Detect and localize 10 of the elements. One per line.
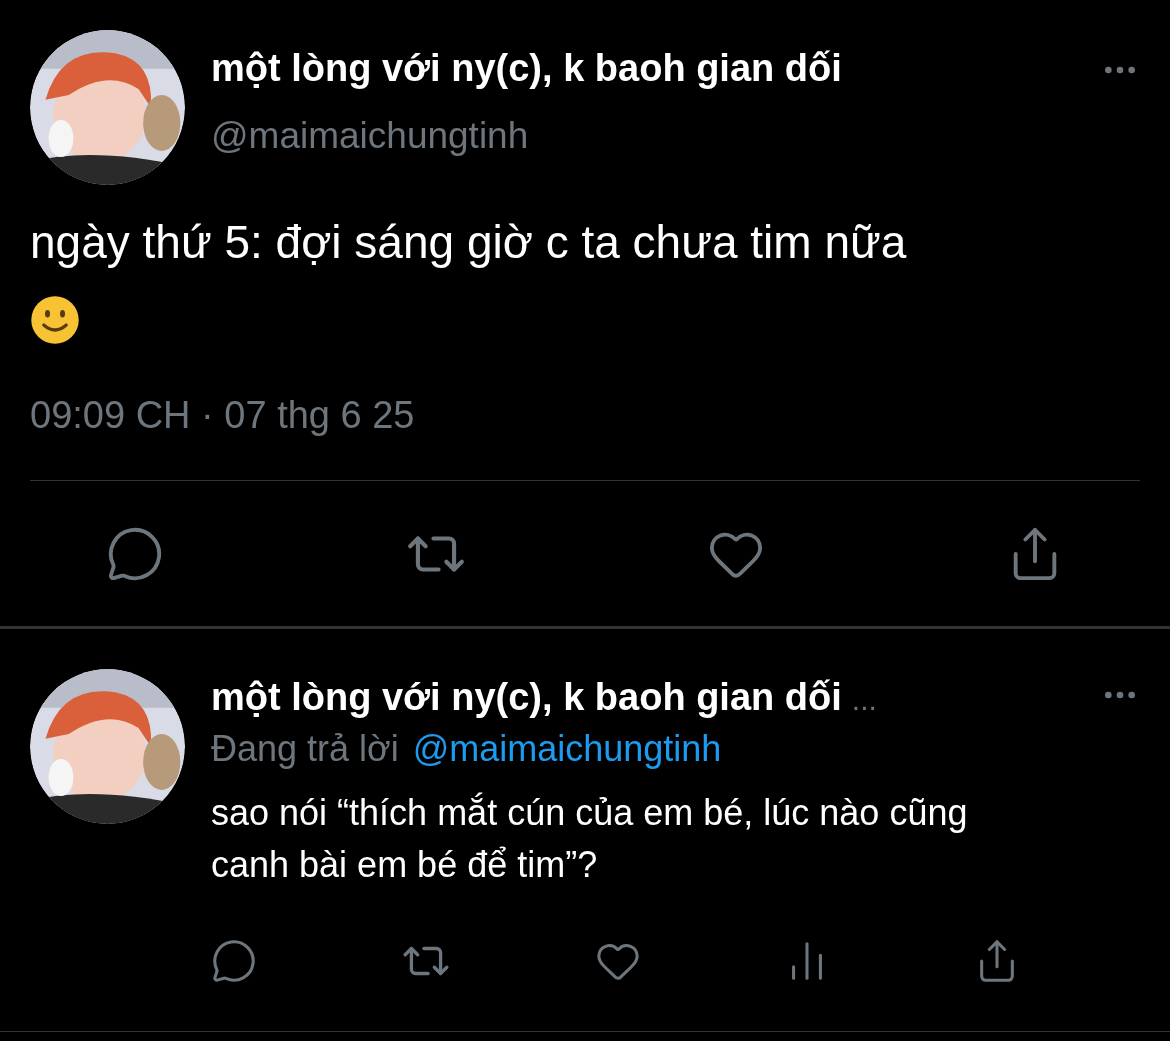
handle: @maimaichungtinh [211,114,530,158]
mention-link[interactable]: @maimaichungtinh [412,725,722,773]
display-name: một lòng với ny(c), k baoh gian dối [211,675,842,720]
reply-icon[interactable] [211,938,257,984]
reply-text: sao nói “thích mắt cún của em bé, lúc nào cũng canh bài em bé để tim”? [211,791,969,887]
tweet-text: ngày thứ 5: đợi sáng giờ c ta chưa tim nữa [30,216,907,268]
replying-label: Đang trả lời [211,727,399,771]
timestamp: 09:09 CH · 07 thg 6 25 [30,393,416,438]
display-name: một lòng với ny(c), k baoh gian dối [211,46,842,91]
name-ellipsis: ... [851,682,877,718]
